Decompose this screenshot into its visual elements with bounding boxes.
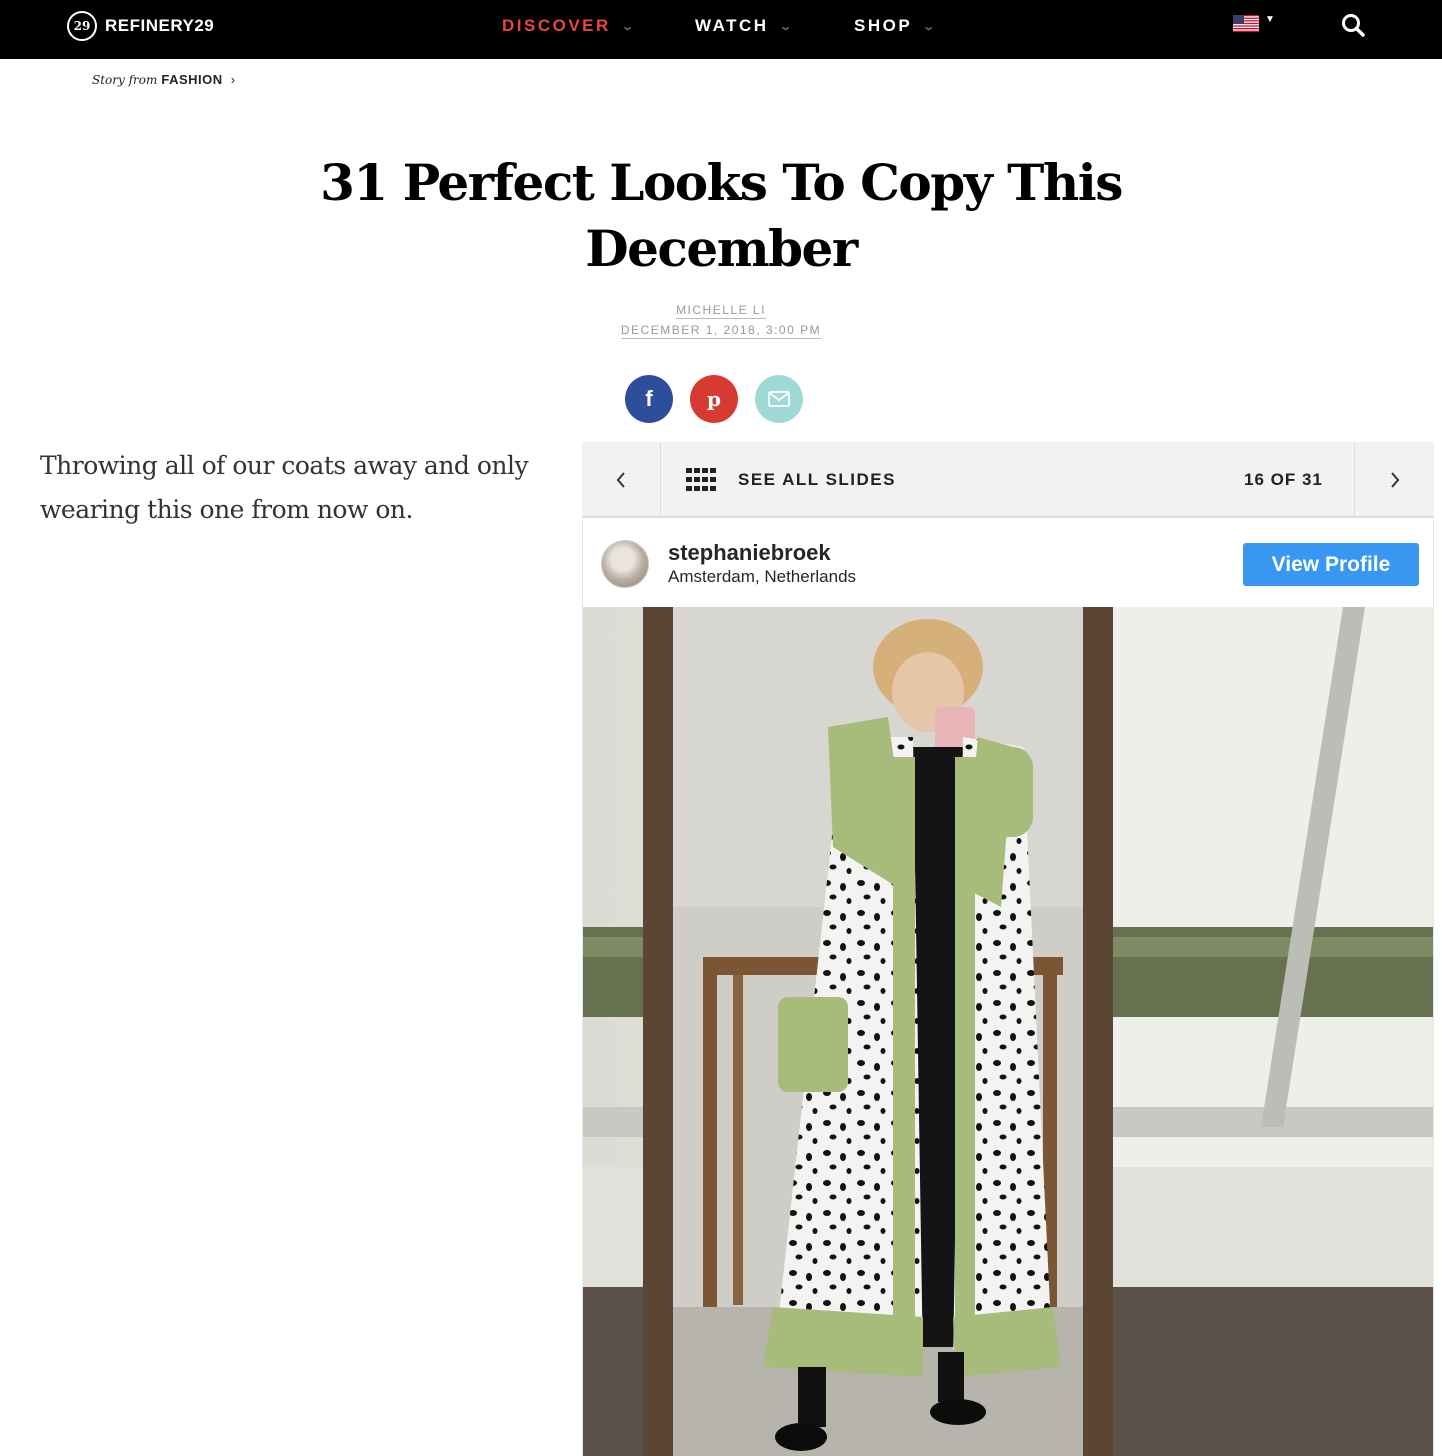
refinery29-logo[interactable]: 29 REFINERY29 bbox=[67, 11, 215, 41]
chevron-right-icon: › bbox=[230, 72, 236, 87]
next-slide-button[interactable] bbox=[1354, 442, 1434, 518]
author-link[interactable]: MICHELLE LI bbox=[676, 303, 766, 319]
brand-name: REFINERY29 bbox=[105, 16, 215, 35]
logo-mark-icon: 29 bbox=[67, 11, 97, 41]
see-all-slides-button[interactable]: SEE ALL SLIDES bbox=[686, 464, 896, 496]
facebook-share-button[interactable]: f bbox=[625, 375, 673, 423]
instagram-location[interactable]: Amsterdam, Netherlands bbox=[668, 567, 856, 587]
breadcrumb[interactable]: Story from FASHION › bbox=[92, 72, 235, 87]
pinterest-icon: p bbox=[707, 387, 721, 411]
chevron-left-icon bbox=[616, 472, 625, 488]
instagram-username[interactable]: stephaniebroek bbox=[668, 540, 831, 566]
email-share-button[interactable] bbox=[755, 375, 803, 423]
breadcrumb-section: FASHION bbox=[161, 72, 223, 87]
slideshow-controls: SEE ALL SLIDES 16 OF 31 bbox=[582, 442, 1434, 518]
instagram-embed: stephaniebroek Amsterdam, Netherlands Vi… bbox=[582, 520, 1434, 1456]
nav-watch-label: WATCH bbox=[695, 16, 769, 35]
chevron-right-icon bbox=[1390, 472, 1399, 488]
mail-icon bbox=[768, 391, 790, 407]
previous-slide-button[interactable] bbox=[582, 442, 661, 518]
instagram-header: stephaniebroek Amsterdam, Netherlands Vi… bbox=[583, 520, 1433, 607]
chevron-down-icon: ⌄ bbox=[778, 20, 792, 33]
pinterest-share-button[interactable]: p bbox=[690, 375, 738, 423]
publish-date: DECEMBER 1, 2018, 3:00 PM bbox=[620, 323, 822, 339]
byline-author: MICHELLE LI bbox=[0, 303, 1442, 319]
article-title: 31 Perfect Looks To Copy This December bbox=[320, 153, 1123, 278]
search-icon[interactable] bbox=[1340, 12, 1366, 38]
nav-discover-label: DISCOVER bbox=[502, 16, 611, 35]
byline-date: DECEMBER 1, 2018, 3:00 PM bbox=[0, 323, 1442, 339]
instagram-photo[interactable] bbox=[583, 607, 1434, 1456]
nav-shop[interactable]: SHOP ⌄ bbox=[854, 14, 936, 38]
chevron-down-icon: ⌄ bbox=[922, 20, 936, 33]
view-profile-button[interactable]: View Profile bbox=[1243, 543, 1419, 586]
top-navigation-bar: 29 REFINERY29 DISCOVER ⌄ WATCH ⌄ SHOP ⌄ … bbox=[0, 0, 1442, 59]
grid-icon bbox=[686, 468, 716, 491]
nav-discover[interactable]: DISCOVER ⌄ bbox=[502, 14, 634, 38]
slide-caption: Throwing all of our coats away and only … bbox=[40, 451, 529, 524]
region-chevron-icon[interactable]: ▼ bbox=[1265, 14, 1275, 25]
avatar[interactable] bbox=[601, 540, 649, 588]
breadcrumb-prefix: Story from bbox=[92, 72, 158, 87]
us-flag-icon[interactable] bbox=[1233, 15, 1259, 32]
chevron-down-icon: ⌄ bbox=[620, 20, 634, 33]
nav-shop-label: SHOP bbox=[854, 16, 913, 35]
slide-counter: 16 OF 31 bbox=[1244, 470, 1323, 489]
facebook-icon: f bbox=[645, 386, 653, 411]
see-all-slides-label: SEE ALL SLIDES bbox=[738, 470, 896, 489]
nav-watch[interactable]: WATCH ⌄ bbox=[695, 14, 792, 38]
